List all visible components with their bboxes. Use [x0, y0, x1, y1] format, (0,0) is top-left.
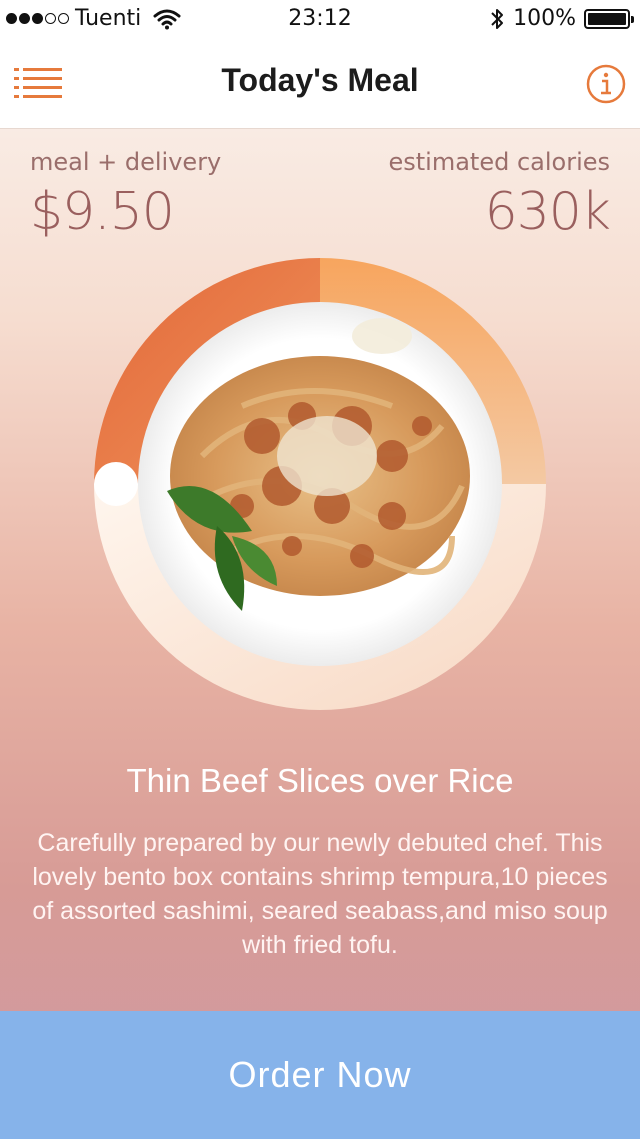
page-title: Today's Meal — [221, 62, 419, 98]
meal-description: Carefully prepared by our newly debuted … — [32, 829, 608, 959]
nav-bar: Today's Meal — [0, 40, 640, 129]
price-value: $9.50 — [30, 182, 175, 242]
battery-percent: 100% — [513, 6, 576, 31]
pasta-plate-image — [94, 258, 546, 710]
status-right: 100% — [489, 6, 634, 31]
calories-label: estimated calories — [388, 148, 610, 176]
bluetooth-icon — [491, 8, 504, 29]
order-now-label: Order Now — [228, 1054, 412, 1095]
order-now-button[interactable]: Order Now — [0, 1011, 640, 1139]
price-block: meal + delivery $9.50 — [30, 148, 221, 242]
meal-title: Thin Beef Slices over Rice — [126, 762, 514, 799]
battery-icon — [584, 8, 634, 29]
calories-value: 630k — [484, 182, 611, 242]
meal-image-ring — [92, 256, 548, 712]
price-label: meal + delivery — [30, 148, 222, 176]
status-bar: Tuenti 23:12 100% — [0, 0, 640, 40]
calories-block: estimated calories 630k — [388, 148, 611, 242]
info-icon[interactable] — [586, 64, 626, 104]
